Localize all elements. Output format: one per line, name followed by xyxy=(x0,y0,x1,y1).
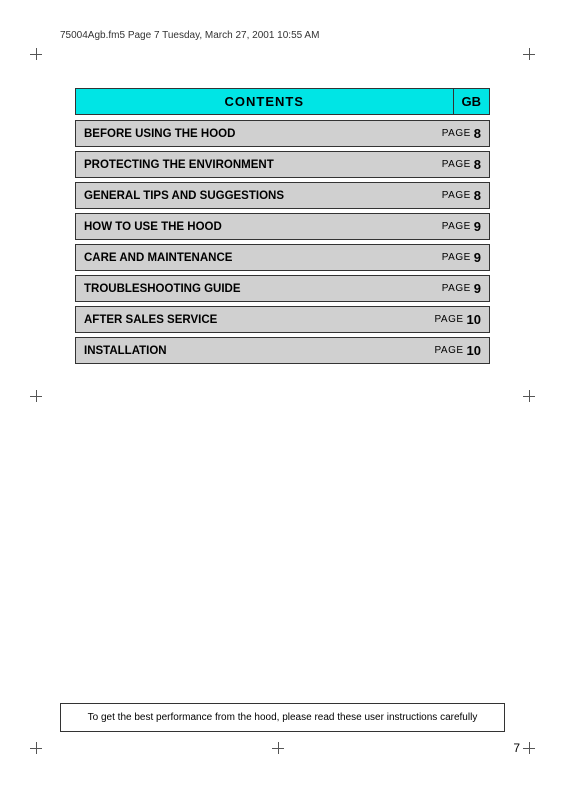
cross-top-right xyxy=(521,46,537,62)
toc-row-label-text: AFTER SALES SERVICE xyxy=(84,314,217,326)
toc-row: BEFORE USING THE HOOD PAGE8 xyxy=(75,120,490,147)
toc-row-label: TROUBLESHOOTING GUIDE xyxy=(76,276,419,301)
page-word: PAGE xyxy=(434,314,463,325)
toc-row-label-text: GENERAL TIPS AND SUGGESTIONS xyxy=(84,190,284,202)
cross-mid-left xyxy=(28,388,44,404)
footer-note-text: To get the best performance from the hoo… xyxy=(88,712,478,723)
toc-row-label-text: PROTECTING THE ENVIRONMENT xyxy=(84,159,274,171)
cross-mid-right xyxy=(521,388,537,404)
toc-row: CARE AND MAINTENANCE PAGE9 xyxy=(75,244,490,271)
page-num: 8 xyxy=(474,157,481,172)
page-num: 8 xyxy=(474,126,481,141)
cross-top-left xyxy=(28,46,44,62)
toc-row-label: HOW TO USE THE HOOD xyxy=(76,214,419,239)
page-word: PAGE xyxy=(442,252,471,263)
footer-note: To get the best performance from the hoo… xyxy=(60,703,505,732)
toc-row-label: GENERAL TIPS AND SUGGESTIONS xyxy=(76,183,419,208)
contents-title-main: CONTENTS xyxy=(75,88,454,115)
toc-row-page: PAGE9 xyxy=(419,214,489,239)
toc-row-page: PAGE8 xyxy=(419,152,489,177)
toc-row: TROUBLESHOOTING GUIDE PAGE9 xyxy=(75,275,490,302)
page-num: 9 xyxy=(474,219,481,234)
page-word: PAGE xyxy=(442,159,471,170)
toc-row: INSTALLATION PAGE 10 xyxy=(75,337,490,364)
toc-row-label-text: TROUBLESHOOTING GUIDE xyxy=(84,283,241,295)
toc-row: HOW TO USE THE HOOD PAGE9 xyxy=(75,213,490,240)
toc-row-label-text: INSTALLATION xyxy=(84,345,167,357)
toc-row-page: PAGE 10 xyxy=(419,338,489,363)
toc-row-label: AFTER SALES SERVICE xyxy=(76,307,419,332)
toc-row-page: PAGE9 xyxy=(419,245,489,270)
contents-title-row: CONTENTS GB xyxy=(75,88,490,115)
toc-row-label: BEFORE USING THE HOOD xyxy=(76,121,419,146)
toc-rows-container: BEFORE USING THE HOODPAGE8PROTECTING THE… xyxy=(75,120,490,364)
page-num: 8 xyxy=(474,188,481,203)
cross-bot-right xyxy=(521,740,537,756)
page-num: 10 xyxy=(467,343,481,358)
toc-row: PROTECTING THE ENVIRONMENT PAGE8 xyxy=(75,151,490,178)
toc-row-label: PROTECTING THE ENVIRONMENT xyxy=(76,152,419,177)
contents-section: CONTENTS GB BEFORE USING THE HOODPAGE8PR… xyxy=(75,88,490,368)
toc-row-page: PAGE8 xyxy=(419,183,489,208)
contents-gb-box: GB xyxy=(454,88,491,115)
toc-row: GENERAL TIPS AND SUGGESTIONS PAGE8 xyxy=(75,182,490,209)
page-number: 7 xyxy=(513,741,520,755)
contents-gb-label: GB xyxy=(462,94,482,109)
page-wrapper: 75004Agb.fm5 Page 7 Tuesday, March 27, 2… xyxy=(0,0,565,800)
toc-row-page: PAGE8 xyxy=(419,121,489,146)
toc-row-label: INSTALLATION xyxy=(76,338,419,363)
toc-row-page: PAGE9 xyxy=(419,276,489,301)
toc-row-label-text: CARE AND MAINTENANCE xyxy=(84,252,232,264)
toc-row-label-text: HOW TO USE THE HOOD xyxy=(84,221,222,233)
toc-row-label: CARE AND MAINTENANCE xyxy=(76,245,419,270)
cross-bot-left xyxy=(28,740,44,756)
page-word: PAGE xyxy=(442,221,471,232)
toc-row-label-text: BEFORE USING THE HOOD xyxy=(84,128,235,140)
file-info: 75004Agb.fm5 Page 7 Tuesday, March 27, 2… xyxy=(60,30,319,41)
page-word: PAGE xyxy=(442,190,471,201)
page-word: PAGE xyxy=(442,283,471,294)
header-bar: 75004Agb.fm5 Page 7 Tuesday, March 27, 2… xyxy=(60,30,535,41)
cross-bot-mid xyxy=(270,740,286,756)
page-num: 10 xyxy=(467,312,481,327)
page-word: PAGE xyxy=(442,128,471,139)
page-num: 9 xyxy=(474,281,481,296)
toc-row: AFTER SALES SERVICE PAGE 10 xyxy=(75,306,490,333)
contents-title-text: CONTENTS xyxy=(225,94,305,109)
toc-row-page: PAGE 10 xyxy=(419,307,489,332)
page-word: PAGE xyxy=(434,345,463,356)
page-num: 9 xyxy=(474,250,481,265)
